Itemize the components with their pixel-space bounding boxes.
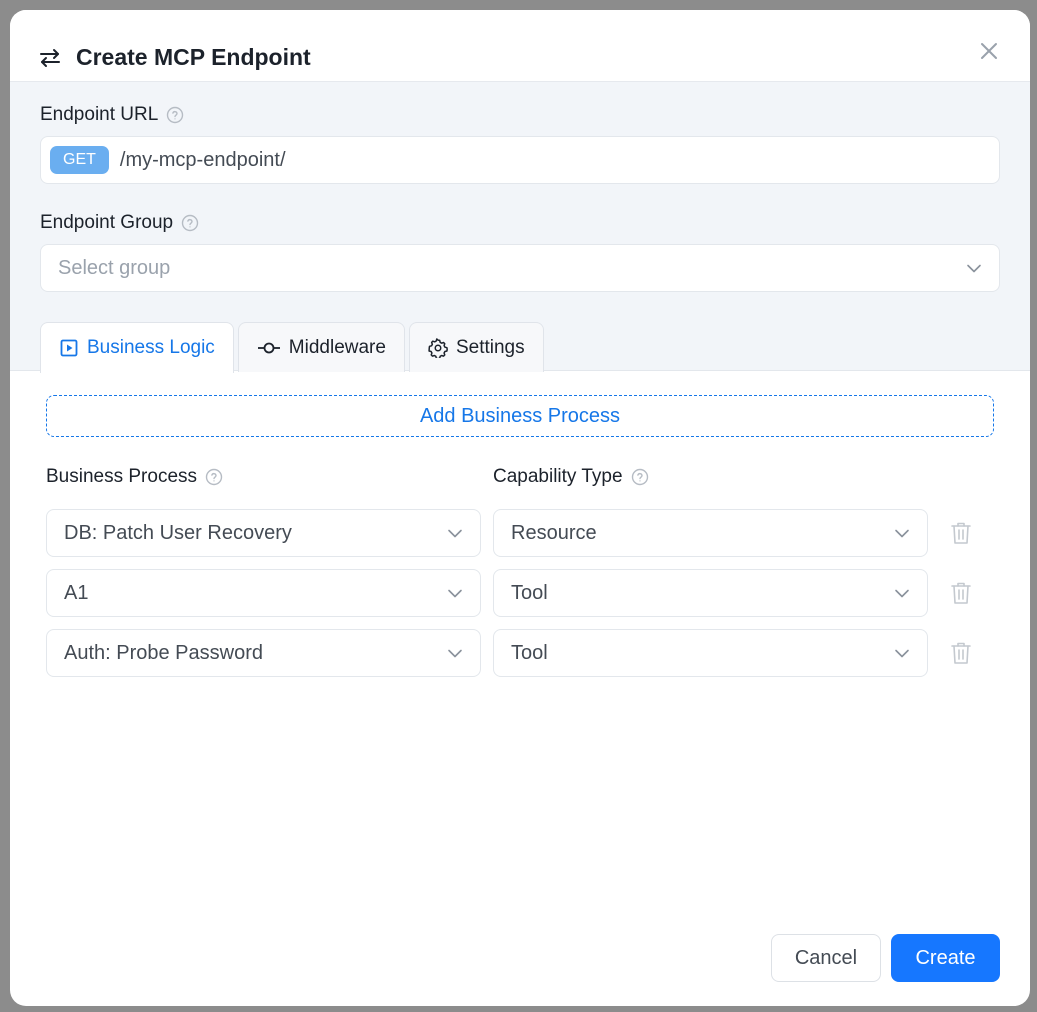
business-process-select[interactable]: A1	[46, 569, 481, 617]
capability-type-value: Tool	[511, 641, 548, 664]
endpoint-group-label: Endpoint Group	[40, 212, 199, 234]
help-circle-icon[interactable]	[181, 214, 199, 232]
capability-type-label-text: Capability Type	[493, 466, 623, 487]
help-circle-icon[interactable]	[205, 468, 223, 486]
arrows-swap-icon	[40, 49, 60, 67]
trash-icon[interactable]	[950, 641, 972, 665]
chevron-down-icon	[448, 589, 462, 598]
trash-icon[interactable]	[950, 581, 972, 605]
tab-label: Middleware	[288, 336, 386, 358]
endpoint-group-label-text: Endpoint Group	[40, 212, 174, 233]
create-button[interactable]: Create	[891, 934, 1000, 982]
capability-type-value: Tool	[511, 581, 548, 604]
capability-type-value: Resource	[511, 521, 597, 544]
chevron-down-icon	[895, 529, 909, 538]
close-icon[interactable]	[978, 40, 1000, 62]
tab-bar: Business Logic Middleware Settings	[40, 322, 544, 373]
tab-middleware[interactable]: Middleware	[237, 322, 405, 372]
capability-type-column-label: Capability Type	[493, 466, 649, 488]
create-endpoint-modal: Create MCP Endpoint Endpoint URL GET /my…	[10, 10, 1030, 1006]
trash-icon[interactable]	[950, 521, 972, 545]
add-business-process-button[interactable]: Add Business Process	[46, 395, 994, 437]
modal-header: Create MCP Endpoint	[10, 10, 1030, 82]
chevron-down-icon	[895, 589, 909, 598]
capability-type-select[interactable]: Tool	[493, 569, 928, 617]
method-badge: GET	[50, 146, 109, 174]
group-select-placeholder: Select group	[58, 256, 171, 279]
endpoint-url-label: Endpoint URL	[40, 104, 184, 126]
capability-type-select[interactable]: Resource	[493, 509, 928, 557]
gear-icon	[428, 337, 448, 358]
help-circle-icon[interactable]	[166, 106, 184, 124]
business-process-label-text: Business Process	[46, 466, 198, 487]
endpoint-url-value: /my-mcp-endpoint/	[119, 148, 286, 171]
commit-node-icon	[257, 342, 280, 353]
tab-label: Business Logic	[87, 337, 215, 358]
chevron-down-icon	[448, 529, 462, 538]
endpoint-url-label-text: Endpoint URL	[40, 104, 159, 125]
chevron-down-icon	[895, 649, 909, 658]
tab-business-logic[interactable]: Business Logic	[40, 322, 234, 373]
business-process-value: Auth: Probe Password	[64, 641, 263, 664]
chevron-down-icon	[448, 649, 462, 658]
endpoint-url-input[interactable]: GET /my-mcp-endpoint/	[40, 136, 1000, 184]
capability-type-select[interactable]: Tool	[493, 629, 928, 677]
business-process-value: DB: Patch User Recovery	[64, 521, 292, 544]
modal-title: Create MCP Endpoint	[76, 44, 311, 70]
cancel-button[interactable]: Cancel	[771, 934, 881, 982]
endpoint-group-select[interactable]: Select group	[40, 244, 1000, 292]
business-process-select[interactable]: Auth: Probe Password	[46, 629, 481, 677]
help-circle-icon[interactable]	[631, 468, 649, 486]
business-process-value: A1	[64, 581, 89, 604]
tab-label: Settings	[455, 336, 525, 358]
business-process-column-label: Business Process	[46, 466, 223, 488]
tab-settings[interactable]: Settings	[408, 322, 544, 372]
play-square-icon	[60, 339, 78, 357]
endpoint-config-section: Endpoint URL GET /my-mcp-endpoint/ Endpo…	[10, 82, 1030, 373]
chevron-down-icon	[967, 264, 981, 273]
business-process-select[interactable]: DB: Patch User Recovery	[46, 509, 481, 557]
